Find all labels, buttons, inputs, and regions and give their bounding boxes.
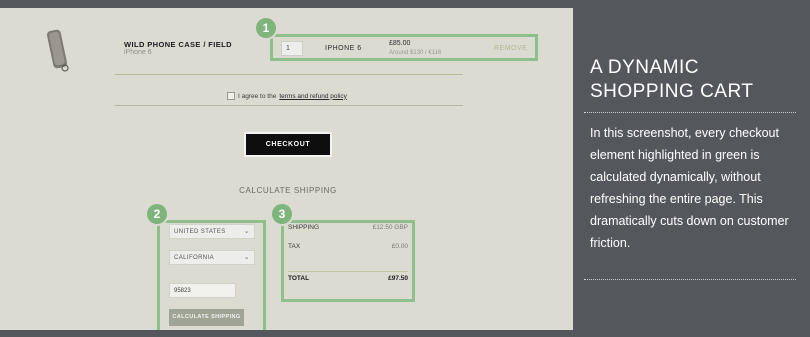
checkout-button[interactable]: CHECKOUT — [246, 134, 330, 155]
badge-2: 2 — [147, 204, 167, 224]
quantity-input[interactable]: 1 — [281, 41, 303, 56]
remove-link[interactable]: REMOVE — [494, 45, 527, 52]
sidebar-description: In this screenshot, every checkout eleme… — [590, 126, 789, 250]
calculate-shipping-button[interactable]: CALCULATE SHIPPING — [169, 309, 244, 326]
chevron-down-icon: ⌄ — [243, 228, 250, 235]
country-select[interactable]: UNITED STATES ⌄ — [169, 224, 255, 239]
country-value: UNITED STATES — [174, 229, 226, 235]
divider-bottom — [115, 105, 463, 106]
tax-row: TAX £0.00 — [288, 243, 408, 250]
calculate-shipping-heading: CALCULATE SHIPPING — [239, 186, 337, 195]
shipping-row: SHIPPING £12.50 GBP — [288, 224, 408, 231]
cart-screenshot: WILD PHONE CASE / FIELD iPhone 6 1 IPHON… — [0, 8, 573, 330]
item-model: IPHONE 6 — [325, 45, 362, 52]
tax-value: £0.00 — [391, 243, 408, 250]
total-label: TOTAL — [288, 275, 310, 282]
sidebar-divider-bottom — [584, 279, 796, 280]
product-variant: iPhone 6 — [124, 49, 152, 56]
tax-label: TAX — [288, 243, 301, 250]
state-value: CALIFORNIA — [174, 255, 215, 261]
total-row: TOTAL £97.50 — [288, 275, 408, 282]
terms-agreement: I agree to the terms and refund policy — [227, 92, 347, 100]
badge-1: 1 — [256, 18, 276, 38]
terms-checkbox[interactable] — [227, 92, 235, 100]
summary-highlight — [281, 220, 415, 302]
chevron-down-icon: ⌄ — [243, 254, 250, 261]
product-name[interactable]: WILD PHONE CASE / FIELD — [124, 40, 232, 49]
phone-case-image[interactable] — [46, 28, 72, 74]
divider-top — [115, 74, 463, 75]
summary-divider — [288, 271, 408, 272]
shipping-label: SHIPPING — [288, 224, 320, 231]
sidebar-divider-top — [584, 112, 796, 113]
state-select[interactable]: CALIFORNIA ⌄ — [169, 250, 255, 265]
sidebar-title: A DYNAMIC SHOPPING CART — [590, 56, 753, 104]
sidebar-title-line1: A DYNAMIC — [590, 57, 700, 78]
zip-input[interactable]: 95823 — [169, 283, 236, 298]
terms-link[interactable]: terms and refund policy — [279, 93, 347, 100]
shipping-value: £12.50 GBP — [372, 224, 408, 231]
badge-3: 3 — [272, 204, 292, 224]
sidebar-title-line2: SHOPPING CART — [590, 81, 754, 102]
item-price: £85.00 — [389, 40, 411, 47]
total-value: £97.50 — [388, 275, 408, 282]
price-conversion: Around $130 / €116 — [389, 50, 442, 56]
agree-text: I agree to the — [238, 92, 277, 100]
